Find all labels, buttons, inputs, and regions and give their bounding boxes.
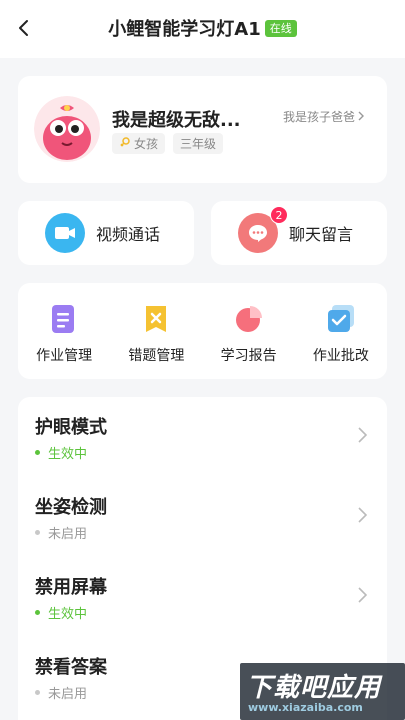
gender-label: 女孩 — [134, 137, 159, 151]
setting-name: 坐姿检测 — [35, 497, 107, 518]
parent-role-label: 我是孩子爸爸 — [283, 110, 356, 124]
tool-mistakes-management[interactable]: 错题管理 — [110, 283, 202, 379]
chat-bubble-icon: 2 — [238, 206, 288, 253]
grade-tag: 三年级 — [173, 133, 224, 154]
chat-message-button[interactable]: 2 聊天留言 — [211, 201, 387, 265]
chevron-right-icon — [358, 427, 368, 447]
grading-icon — [326, 303, 356, 335]
status-dot — [35, 450, 40, 455]
page-title: 小鲤智能学习灯A1 — [108, 19, 261, 40]
child-profile-card[interactable]: 我是超级无敌... 我是孩子爸爸 女孩 三年级 — [18, 76, 387, 183]
setting-status-label: 未启用 — [48, 527, 88, 542]
setting-disable-screen[interactable]: 禁用屏幕 生效中 — [18, 557, 387, 637]
online-status-badge: 在线 — [264, 19, 297, 37]
video-camera-icon — [45, 213, 85, 253]
female-icon — [119, 136, 131, 151]
parent-role-link[interactable]: 我是孩子爸爸 — [283, 108, 365, 125]
grade-label: 三年级 — [180, 137, 217, 151]
tool-label: 学习报告 — [220, 348, 277, 364]
video-call-button[interactable]: 视频通话 — [18, 201, 194, 265]
unread-count-badge: 2 — [270, 206, 288, 224]
setting-name: 禁用屏幕 — [35, 577, 107, 598]
chevron-right-icon — [358, 507, 368, 527]
tool-learning-report[interactable]: 学习报告 — [203, 283, 295, 379]
child-name: 我是超级无敌... — [112, 110, 241, 131]
tool-homework-management[interactable]: 作业管理 — [18, 283, 110, 379]
setting-name: 禁看答案 — [35, 657, 107, 678]
chat-message-label: 聊天留言 — [289, 225, 354, 244]
mistakes-icon — [141, 303, 171, 335]
setting-status: 未启用 — [35, 523, 87, 542]
homework-icon — [49, 303, 79, 335]
setting-status: 未启用 — [35, 683, 87, 702]
profile-tags: 女孩 三年级 — [112, 133, 224, 154]
tool-homework-grading[interactable]: 作业批改 — [295, 283, 387, 379]
site-watermark: 下载吧应用 www.xiazaiba.com — [240, 663, 405, 720]
page-title-wrap: 小鲤智能学习灯A1 在线 — [0, 15, 405, 41]
status-dot — [35, 690, 40, 695]
status-dot — [35, 610, 40, 615]
status-dot — [35, 530, 40, 535]
setting-eye-protection[interactable]: 护眼模式 生效中 — [18, 397, 387, 477]
tools-grid: 作业管理 错题管理 学习报告 作业批改 — [18, 283, 387, 379]
tool-label: 作业管理 — [36, 348, 93, 364]
avatar — [34, 96, 100, 162]
setting-posture-detection[interactable]: 坐姿检测 未启用 — [18, 477, 387, 557]
setting-status: 生效中 — [35, 443, 87, 462]
setting-status: 生效中 — [35, 603, 87, 622]
setting-status-label: 生效中 — [48, 607, 88, 622]
chevron-right-icon — [358, 587, 368, 607]
tool-label: 作业批改 — [312, 348, 369, 364]
watermark-title: 下载吧应用 — [246, 673, 382, 703]
top-bar: 小鲤智能学习灯A1 在线 — [0, 0, 405, 58]
report-icon — [234, 303, 264, 335]
video-call-label: 视频通话 — [96, 225, 161, 244]
tool-label: 错题管理 — [128, 348, 185, 364]
gender-tag: 女孩 — [112, 133, 166, 154]
setting-status-label: 未启用 — [48, 687, 88, 702]
setting-name: 护眼模式 — [35, 417, 107, 438]
watermark-url: www.xiazaiba.com — [248, 701, 363, 714]
setting-status-label: 生效中 — [48, 447, 88, 462]
chevron-right-icon — [358, 110, 365, 124]
